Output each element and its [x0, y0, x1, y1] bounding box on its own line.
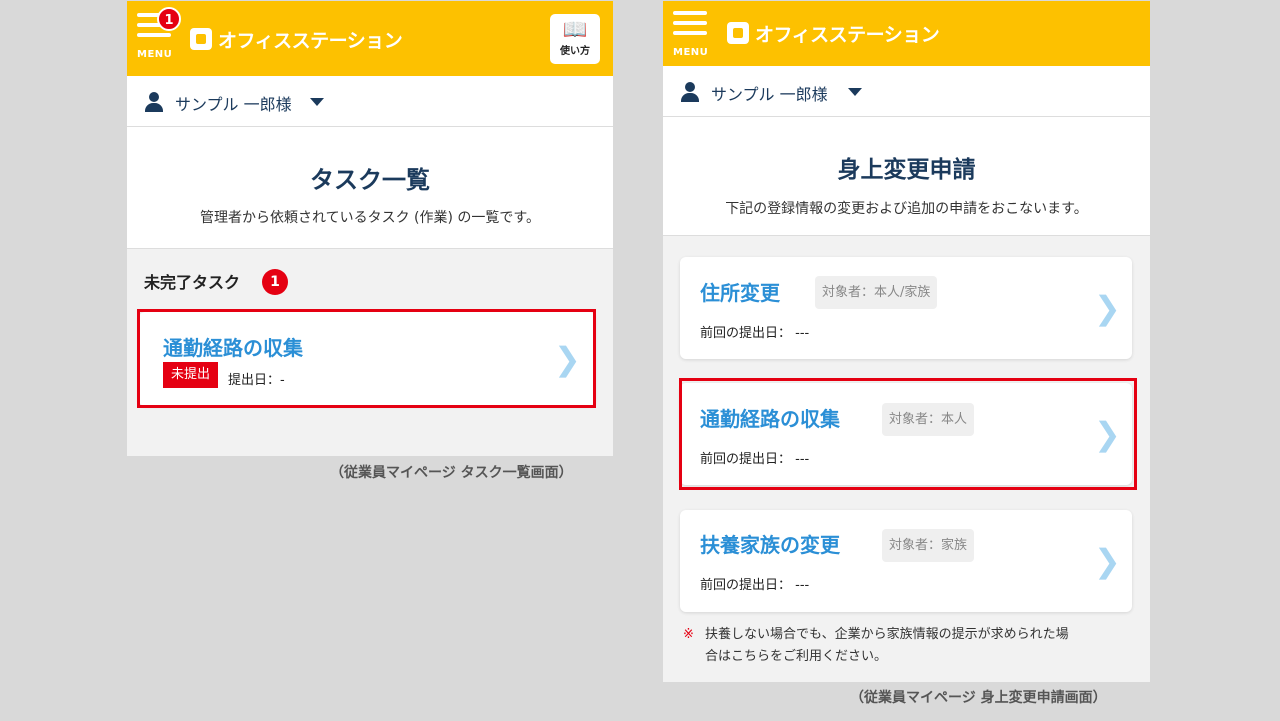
user-selector[interactable]: サンプル 一郎様 [663, 66, 1150, 117]
previous-date: 前回の提出日： --- [700, 326, 810, 341]
app-header: MENU オフィスステーション 📖 使い方 [127, 1, 613, 76]
user-name: サンプル 一郎様 [711, 85, 828, 104]
user-name: サンプル 一郎様 [175, 95, 292, 114]
right-caption: （従業員マイページ 身上変更申請画面） [850, 690, 1107, 706]
chevron-right-icon: ❯ [1094, 289, 1121, 327]
logo-mark-icon [727, 22, 749, 44]
page-title: タスク一覧 [310, 166, 430, 194]
book-icon: 📖 [562, 17, 588, 41]
menu-label: MENU [137, 49, 173, 60]
page-header: タスク一覧 管理者から依頼されているタスク (作業) の一覧です。 [127, 127, 613, 249]
guide-label: 使い方 [560, 46, 590, 57]
chevron-right-icon: ❯ [1094, 542, 1121, 580]
app-header: MENU オフィスステーション [663, 1, 1150, 66]
logo-text: オフィスステーション [218, 29, 403, 52]
change-card-dependents[interactable]: 扶養家族の変更 対象者：家族 前回の提出日： --- ❯ [680, 510, 1132, 612]
app-logo[interactable]: オフィスステーション [727, 20, 940, 46]
guide-button[interactable]: 📖 使い方 [550, 14, 600, 64]
change-card-address[interactable]: 住所変更 対象者：本人/家族 前回の提出日： --- ❯ [680, 257, 1132, 359]
menu-button[interactable]: MENU [673, 11, 709, 61]
page-description: 管理者から依頼されているタスク (作業) の一覧です。 [199, 210, 540, 226]
note-line-1: 扶養しない場合でも、企業から家族情報の提示が求められた場 [705, 627, 1069, 642]
card-title: 扶養家族の変更 [700, 533, 840, 557]
note-text: 扶養しない場合でも、企業から家族情報の提示が求められた場 合はこちらをご利用くだ… [705, 624, 1069, 668]
logo-mark-icon [190, 28, 212, 50]
user-selector[interactable]: サンプル 一郎様 [127, 76, 613, 127]
page-description: 下記の登録情報の変更および追加の申請をおこないます。 [725, 201, 1088, 217]
menu-label: MENU [673, 47, 709, 58]
caret-down-icon [848, 88, 862, 96]
section-title: 未完了タスク [144, 273, 241, 292]
task-list-screen: MENU オフィスステーション 📖 使い方 サンプル 一郎様 タスク一覧 管理者… [127, 1, 613, 456]
left-caption: （従業員マイページ タスク一覧画面） [330, 465, 573, 481]
previous-date: 前回の提出日： --- [700, 578, 810, 593]
hamburger-menu-icon [673, 11, 709, 35]
menu-notification-badge: 1 [157, 7, 181, 31]
caret-down-icon [310, 98, 324, 106]
card-title: 住所変更 [700, 281, 780, 305]
logo-text: オフィスステーション [755, 23, 940, 46]
page-title: 身上変更申請 [837, 157, 976, 183]
highlight-box [137, 309, 596, 408]
user-icon [680, 82, 700, 102]
page-header: 身上変更申請 下記の登録情報の変更および追加の申請をおこないます。 [663, 117, 1150, 236]
section-count-badge: 1 [262, 269, 288, 295]
app-logo[interactable]: オフィスステーション [190, 26, 403, 52]
note-mark: ※ [683, 627, 694, 642]
change-request-screen: MENU オフィスステーション サンプル 一郎様 身上変更申請 下記の登録情報の… [663, 1, 1150, 682]
note-line-2: 合はこちらをご利用ください。 [705, 649, 888, 664]
user-icon [144, 92, 164, 112]
target-tag: 対象者：本人/家族 [815, 276, 938, 309]
target-tag: 対象者：家族 [882, 529, 975, 562]
highlight-box [679, 378, 1137, 490]
